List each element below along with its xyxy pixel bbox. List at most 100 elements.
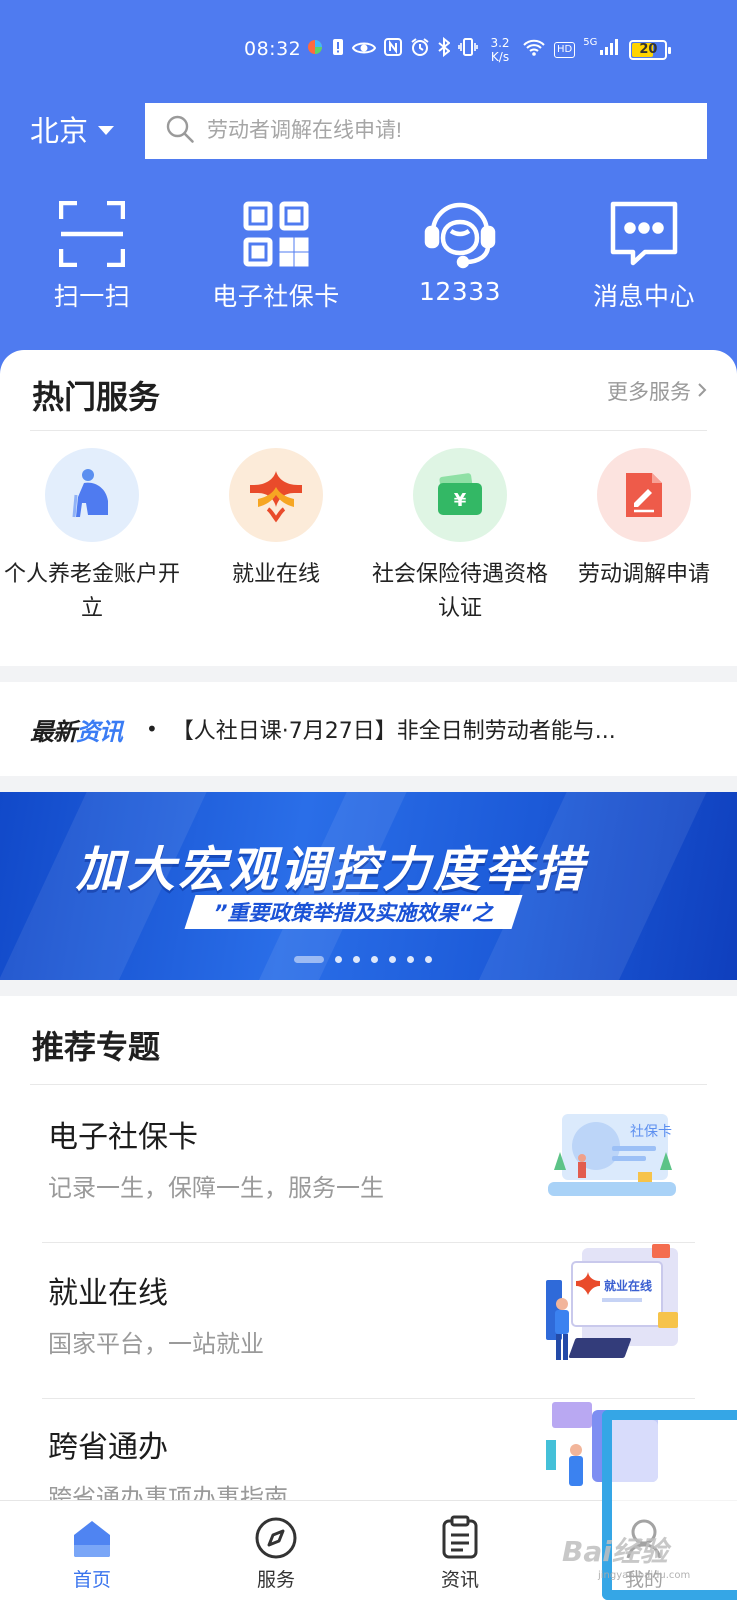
- search-input[interactable]: [207, 119, 687, 143]
- banner-subtitle-box: ”重要政策举措及实施效果“之: [184, 895, 523, 929]
- home-icon: [70, 1515, 114, 1561]
- tab-services[interactable]: 服务: [184, 1501, 368, 1600]
- status-icons: 3.2 K/s HD 5G 20: [306, 36, 672, 64]
- employment-card-text: 就业在线: [604, 1278, 652, 1293]
- wifi-icon: [522, 38, 546, 62]
- recommended-item-title: 电子社保卡: [48, 1120, 198, 1155]
- employment-online-illustration: 就业在线: [542, 1238, 682, 1378]
- hot-services-grid: 个人养老金账户开立 就业在线 ¥ 社会保险待遇资格认证 劳动调解申请: [0, 448, 737, 626]
- tab-label: 服务: [256, 1569, 295, 1591]
- recommended-item-subtitle: 跨省通办事项办事指南: [48, 1484, 288, 1500]
- compass-icon: [254, 1515, 298, 1561]
- recommended-item-title: 就业在线: [48, 1276, 168, 1311]
- hd-badge: HD: [554, 42, 576, 58]
- vibrate-icon: [458, 38, 478, 62]
- network-speed: 3.2 K/s: [490, 36, 510, 64]
- carousel-dot[interactable]: [353, 956, 360, 963]
- service-labor-mediation[interactable]: 劳动调解申请: [552, 448, 736, 626]
- quick-action-label: 消息中心: [592, 282, 695, 311]
- more-services-label: 更多服务: [607, 380, 691, 404]
- hot-services-title: 热门服务: [32, 378, 161, 416]
- 5g-label: 5G: [583, 37, 598, 48]
- recommended-title: 推荐专题: [32, 1028, 161, 1066]
- banner-subtitle: ”重要政策举措及实施效果“之: [214, 901, 494, 925]
- tab-label: 首页: [72, 1569, 111, 1591]
- quick-action-label: 扫一扫: [53, 282, 131, 311]
- alert-icon: [332, 38, 344, 62]
- bullet-dot: •: [146, 717, 158, 741]
- carousel-dot[interactable]: [371, 956, 378, 963]
- alarm-icon: [410, 37, 430, 63]
- quick-action-label: 12333: [418, 277, 502, 306]
- eye-icon: [351, 38, 377, 62]
- carousel-dots: [294, 956, 432, 963]
- carousel-dot[interactable]: [407, 956, 414, 963]
- carousel-dot[interactable]: [294, 956, 324, 963]
- headset-icon: [421, 195, 499, 273]
- watermark: Bai经验 jingyan.baidu.com: [562, 1530, 690, 1581]
- tab-home[interactable]: 首页: [0, 1501, 184, 1600]
- news-tag-part-b: 资讯: [76, 717, 123, 746]
- hot-services-card: 热门服务 更多服务 个人养老金账户开立 就业在线 ¥ 社会保险待遇资格认证 劳动…: [0, 350, 737, 666]
- watermark-text: Bai经验: [562, 1535, 668, 1568]
- search-icon: [165, 114, 195, 148]
- app-notification-icon: [306, 38, 324, 62]
- carousel-dot[interactable]: [389, 956, 396, 963]
- recommended-item-subtitle: 国家平台，一站就业: [48, 1330, 264, 1358]
- tab-news[interactable]: 资讯: [368, 1501, 552, 1600]
- battery-icon: 20: [629, 40, 672, 60]
- social-card-illustration: 社保卡: [542, 1112, 682, 1208]
- recommended-item-subtitle: 记录一生，保障一生，服务一生: [48, 1174, 384, 1202]
- scan-icon: [53, 195, 131, 273]
- svg-text:¥: ¥: [454, 490, 467, 511]
- status-bar: 08:32 3.2 K/s HD 5G 20: [0, 34, 737, 68]
- more-services-link[interactable]: 更多服务: [607, 376, 707, 406]
- promo-banner[interactable]: 加大宏观调控力度举措 ”重要政策举措及实施效果“之: [0, 792, 737, 980]
- app-header: 08:32 3.2 K/s HD 5G 20 北京 劳动者调解在线申请! 扫一扫…: [0, 0, 737, 380]
- nfc-icon: [384, 38, 402, 62]
- wallet-yuan-icon: ¥: [413, 448, 507, 542]
- quick-action-messages[interactable]: 消息中心: [552, 195, 736, 313]
- service-label: 个人养老金账户开立: [3, 562, 180, 621]
- carousel-dot[interactable]: [335, 956, 342, 963]
- document-pen-icon: [597, 448, 691, 542]
- signal-icon: [599, 38, 621, 62]
- divider: [30, 430, 707, 431]
- watermark-url: jingyan.baidu.com: [598, 1570, 691, 1581]
- carousel-dot[interactable]: [425, 956, 432, 963]
- battery-level: 20: [639, 42, 658, 57]
- service-employment-online[interactable]: 就业在线: [184, 448, 368, 626]
- tab-label: 资讯: [440, 1569, 479, 1591]
- quick-actions: 扫一扫 电子社保卡 12333 消息中心: [0, 195, 737, 313]
- quick-action-scan[interactable]: 扫一扫: [0, 195, 184, 313]
- divider: [30, 1084, 707, 1085]
- quick-action-social-card[interactable]: 电子社保卡: [184, 195, 368, 313]
- news-clipboard-icon: [440, 1515, 480, 1561]
- service-label: 劳动调解申请: [577, 562, 710, 587]
- recommended-item-title: 跨省通办: [48, 1430, 168, 1465]
- quick-action-hotline[interactable]: 12333: [368, 195, 552, 313]
- news-ticker[interactable]: 最新资讯 • 【人社日课·7月27日】非全日制劳动者能与...: [0, 682, 737, 776]
- service-insurance-qualification[interactable]: ¥ 社会保险待遇资格认证: [368, 448, 552, 626]
- divider: [42, 1398, 695, 1399]
- city-selector[interactable]: 北京: [30, 108, 115, 150]
- latest-news-tag: 最新资讯: [30, 712, 123, 747]
- service-pension-account[interactable]: 个人养老金账户开立: [0, 448, 184, 626]
- caret-down-icon: [98, 125, 115, 135]
- social-card-text: 社保卡: [630, 1124, 672, 1140]
- recommended-item-employment[interactable]: 就业在线 国家平台，一站就业 就业在线: [42, 1244, 696, 1402]
- news-headline: 【人社日课·7月27日】非全日制劳动者能与...: [171, 719, 616, 744]
- recommended-item-social-card[interactable]: 电子社保卡 记录一生，保障一生，服务一生 社保卡: [42, 1086, 696, 1244]
- qr-code-icon: [237, 195, 315, 273]
- recommended-item-cross-province[interactable]: 跨省通办 跨省通办事项办事指南: [42, 1400, 696, 1500]
- banner-title: 加大宏观调控力度举措: [76, 842, 587, 898]
- news-tag-part-a: 最新: [30, 717, 77, 746]
- city-name: 北京: [30, 114, 89, 148]
- elderly-person-icon: [45, 448, 139, 542]
- quick-action-label: 电子社保卡: [212, 282, 340, 311]
- chevron-right-icon: [697, 379, 707, 403]
- search-bar[interactable]: [145, 103, 707, 159]
- message-icon: [605, 195, 683, 273]
- service-label: 社会保险待遇资格认证: [371, 562, 548, 621]
- bluetooth-icon: [438, 36, 451, 63]
